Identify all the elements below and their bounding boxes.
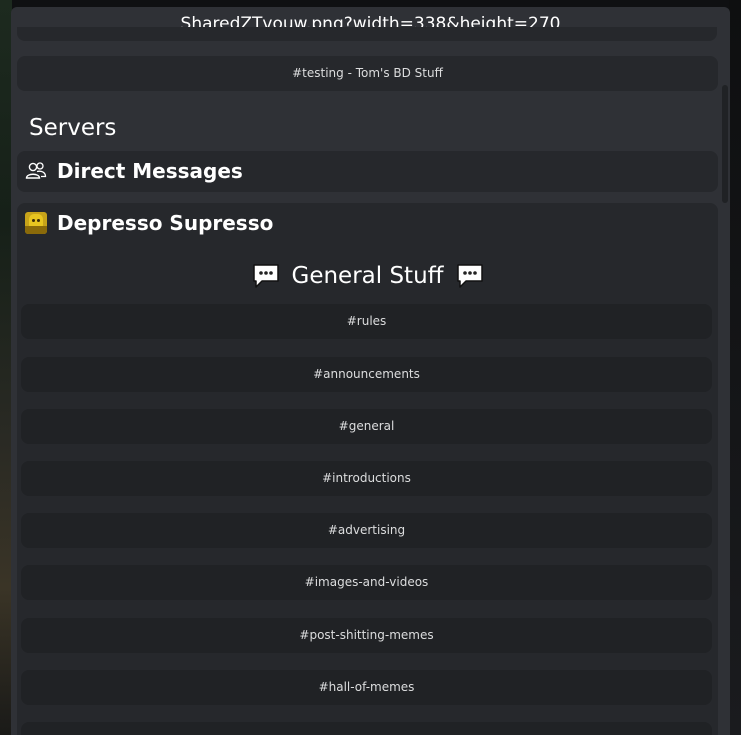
scrollbar-thumb[interactable] [722,85,728,203]
server-header[interactable]: Depresso Supresso [17,203,718,244]
partially-hidden-channel-card[interactable] [17,27,717,41]
channel-label: #announcements [313,367,420,381]
servers-heading: Servers [29,115,117,141]
channel-announcements[interactable]: #announcements [21,357,712,392]
channel-label: #advertising [327,523,406,537]
channel-partially-visible[interactable] [21,722,712,735]
server-name: Depresso Supresso [57,211,274,235]
channel-label: #post-shitting-memes [299,628,434,642]
channel-label: #rules [346,314,387,328]
server-avatar [25,212,47,234]
channel-images-and-videos[interactable]: #images-and-videos [21,565,712,600]
channel-card-testing[interactable]: #testing - Tom's BD Stuff [17,56,718,91]
channel-label: #introductions [322,471,411,485]
channel-label: #hall-of-memes [318,680,415,694]
people-icon [25,160,47,182]
channel-label: #general [338,419,395,433]
server-block: Depresso Supresso General Stuff #rules #… [17,203,718,735]
channel-introductions[interactable]: #introductions [21,461,712,496]
chat-bubble-icon [456,263,484,289]
channel-general[interactable]: #general [21,409,712,444]
channel-label: #images-and-videos [304,575,429,589]
channel-hall-of-memes[interactable]: #hall-of-memes [21,670,712,705]
chat-bubble-icon [252,263,280,289]
avatar-eye-right [37,219,40,222]
channel-rules[interactable]: #rules [21,304,712,339]
direct-messages-label: Direct Messages [57,159,243,183]
avatar-eye-left [32,219,35,222]
channel-advertising[interactable]: #advertising [21,513,712,548]
avatar-shade [25,226,47,234]
channel-post-shitting-memes[interactable]: #post-shitting-memes [21,618,712,653]
category-label: General Stuff [291,263,444,289]
direct-messages-row[interactable]: Direct Messages [17,151,718,192]
background-right-strip [729,0,741,735]
category-header: General Stuff [17,256,718,296]
channel-picker-modal: SharedZTvouw.png?width=338&height=270 #t… [11,7,730,735]
channel-card-label: #testing - Tom's BD Stuff [292,66,443,80]
